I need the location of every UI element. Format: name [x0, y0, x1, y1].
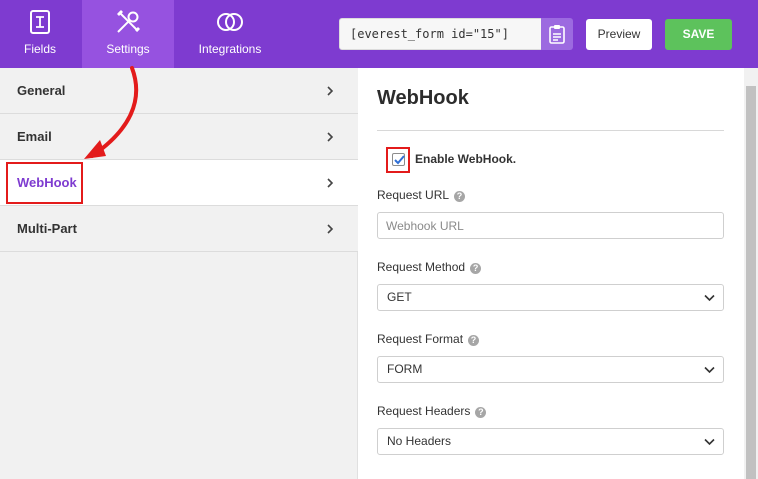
- request-headers-label-text: Request Headers: [377, 404, 471, 418]
- sidebar-item-multi-part[interactable]: Multi-Part: [0, 206, 358, 252]
- fields-icon: [30, 10, 50, 34]
- request-url-label-text: Request URL: [377, 188, 450, 202]
- tab-settings-label: Settings: [106, 42, 150, 56]
- help-icon[interactable]: ?: [454, 191, 466, 202]
- request-method-label: Request Method?: [377, 260, 482, 274]
- sidebar-item-email[interactable]: Email: [0, 114, 358, 160]
- chevron-down-icon: [704, 294, 715, 302]
- sidebar-item-label: Email: [17, 129, 52, 144]
- help-icon[interactable]: ?: [475, 407, 487, 418]
- webhook-settings-panel: WebHook Enable WebHook. Request URL? Req…: [359, 68, 744, 479]
- scrollbar-thumb[interactable]: [746, 86, 756, 479]
- help-icon[interactable]: ?: [470, 263, 482, 274]
- chevron-down-icon: [704, 366, 715, 374]
- request-headers-label: Request Headers?: [377, 404, 487, 418]
- request-url-input[interactable]: [377, 212, 724, 239]
- checkmark-icon: [394, 155, 405, 165]
- request-format-value: FORM: [387, 362, 423, 376]
- request-method-label-text: Request Method: [377, 260, 466, 274]
- annotation-arrow-icon: [84, 66, 139, 159]
- shortcode-display[interactable]: [everest_form id="15"]: [339, 18, 541, 50]
- save-button[interactable]: SAVE: [665, 19, 732, 50]
- request-url-label: Request URL?: [377, 188, 466, 202]
- chevron-right-icon: [327, 178, 334, 188]
- top-bar: Fields Settings Integrations [everest_fo…: [0, 0, 758, 68]
- sidebar-item-webhook[interactable]: WebHook: [0, 160, 358, 206]
- divider: [377, 130, 724, 131]
- chevron-right-icon: [327, 86, 334, 96]
- sidebar-item-label: WebHook: [17, 175, 77, 190]
- sidebar-item-general[interactable]: General: [0, 68, 358, 114]
- copy-shortcode-button[interactable]: [541, 18, 573, 50]
- enable-webhook-label: Enable WebHook.: [415, 152, 517, 166]
- page-title: WebHook: [377, 87, 469, 109]
- sidebar-item-label: Multi-Part: [17, 221, 77, 236]
- integrations-rings-icon: [217, 13, 243, 31]
- request-format-select[interactable]: FORM: [377, 356, 724, 383]
- help-icon[interactable]: ?: [468, 335, 480, 346]
- sidebar-item-label: General: [17, 83, 66, 98]
- scrollbar[interactable]: [744, 68, 758, 479]
- tab-settings[interactable]: Settings: [82, 0, 174, 68]
- request-headers-value: No Headers: [387, 434, 452, 448]
- preview-button[interactable]: Preview: [586, 19, 652, 50]
- settings-sidebar: General Email WebHook Multi-Part: [0, 68, 358, 479]
- tab-fields[interactable]: Fields: [0, 0, 80, 68]
- clipboard-icon: [549, 25, 565, 44]
- chevron-right-icon: [327, 224, 334, 234]
- chevron-down-icon: [704, 438, 715, 446]
- request-format-label-text: Request Format: [377, 332, 464, 346]
- request-method-select[interactable]: GET: [377, 284, 724, 311]
- settings-tools-icon: [117, 10, 140, 33]
- chevron-right-icon: [327, 132, 334, 142]
- request-format-label: Request Format?: [377, 332, 480, 346]
- enable-webhook-checkbox[interactable]: [392, 153, 405, 166]
- request-method-value: GET: [387, 290, 412, 304]
- request-headers-select[interactable]: No Headers: [377, 428, 724, 455]
- tab-integrations-label: Integrations: [198, 42, 262, 56]
- tab-integrations[interactable]: Integrations: [186, 0, 274, 68]
- tab-fields-label: Fields: [23, 42, 56, 56]
